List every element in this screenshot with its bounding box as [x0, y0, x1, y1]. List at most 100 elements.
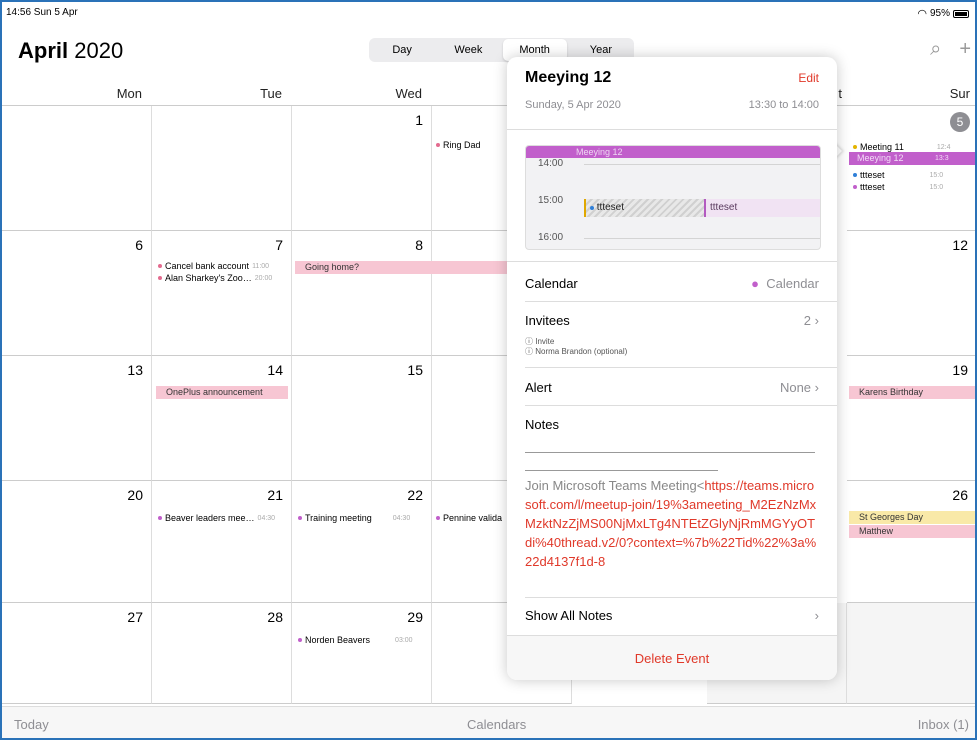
event-dot [158, 516, 162, 520]
invitees-count-text: 2 [803, 313, 812, 328]
event-label: ttteset [860, 170, 885, 180]
day-cell-29[interactable]: 29 Norden Beavers 03:00 [292, 603, 432, 704]
event-detail-popover: Meeying 12 Edit Sunday, 5 Apr 2020 13:30… [507, 57, 837, 680]
battery-percent: 95% [929, 8, 950, 19]
day-cell-1[interactable]: 1 [292, 106, 432, 231]
notes-label: Notes [525, 417, 559, 432]
weekday-sun: Sur [949, 86, 970, 101]
invitees-label: Invitees [525, 313, 570, 328]
event-pennine[interactable]: Pennine valida [436, 513, 502, 523]
day-cell-20[interactable]: 20 [2, 481, 152, 603]
weekday-mon: Mon [116, 86, 142, 101]
bottom-toolbar: Today Calendars Inbox (1) [2, 706, 975, 738]
notes-text: Join Microsoft Teams Meeting< [525, 478, 705, 493]
day-cell-sun-5[interactable]: 5 Meeting 11 12:4 Meeying 12 13:3 tttese… [847, 106, 975, 231]
event-dot [853, 145, 857, 149]
event-meeying-12[interactable]: Meeying 12 13:3 [849, 152, 975, 165]
event-training-meeting[interactable]: Training meeting 04:30 [298, 513, 410, 523]
event-going-home[interactable]: Going home? [295, 261, 510, 274]
event-dot [436, 143, 440, 147]
day-cell-22[interactable]: 22 Training meeting 04:30 [292, 481, 432, 603]
alert-row[interactable]: Alert None › [525, 380, 819, 395]
day-number: 21 [267, 487, 283, 503]
event-beaver-leaders[interactable]: Beaver leaders mee… 04:30 [158, 513, 275, 523]
invitees-row[interactable]: Invitees 2 › [525, 313, 819, 328]
day-number: 26 [952, 487, 968, 503]
day-cell-sun-12[interactable]: 12 [847, 231, 975, 356]
divider [525, 597, 837, 598]
event-dot [853, 173, 857, 177]
day-number: 6 [135, 237, 143, 253]
event-label: Pennine valida [443, 513, 503, 523]
day-number: 8 [415, 237, 423, 253]
day-cell-21[interactable]: 21 Beaver leaders mee… 04:30 [152, 481, 292, 603]
day-number: 12 [952, 237, 968, 253]
inbox-button[interactable]: Inbox (1) [918, 717, 969, 732]
calendar-row[interactable]: Calendar ● Calendar [525, 276, 819, 291]
event-cancel-bank[interactable]: Cancel bank account 11:00 [158, 261, 269, 271]
day-cell-13[interactable]: 13 [2, 356, 152, 481]
ipad-screen: 14:56 Sun 5 Apr ◠ 95% April 2020 Day Wee… [0, 0, 977, 740]
mini-event-meeying-12: Meeying 12 [526, 146, 820, 158]
invitee-name: Norma Brandon (optional) [535, 347, 628, 356]
notes-rule [525, 452, 815, 453]
divider [507, 261, 837, 262]
event-label: Alan Sharkey's Zoo… [165, 273, 252, 283]
day-cell-7[interactable]: 7 Cancel bank account 11:00 Alan Sharkey… [152, 231, 292, 356]
event-label: Beaver leaders mee… [165, 513, 255, 523]
event-time-range: 13:30 to 14:00 [748, 99, 819, 111]
event-label: Ring Dad [443, 140, 481, 150]
show-all-notes-row[interactable]: Show All Notes › [525, 608, 819, 623]
day-cell[interactable] [152, 106, 292, 231]
calendars-button[interactable]: Calendars [467, 717, 526, 732]
day-number: 28 [267, 609, 283, 625]
today-badge: 5 [950, 112, 970, 132]
day-cell[interactable] [847, 603, 975, 704]
tab-week[interactable]: Week [436, 39, 500, 61]
event-norden-beavers[interactable]: Norden Beavers 03:00 [298, 635, 413, 645]
day-cell[interactable] [2, 106, 152, 231]
event-karens-birthday[interactable]: Karens Birthday [849, 386, 975, 399]
event-ring-dad[interactable]: Ring Dad [436, 140, 481, 150]
event-dot [158, 264, 162, 268]
month-name: April [18, 38, 69, 63]
add-icon[interactable]: + [959, 38, 971, 61]
notes-rule [525, 470, 718, 471]
tab-day[interactable]: Day [370, 39, 434, 61]
day-cell-14[interactable]: 14 OnePlus announcement [152, 356, 292, 481]
event-time: 20:00 [254, 274, 273, 282]
day-number: 14 [267, 362, 283, 378]
event-label: Meeying 12 [857, 153, 904, 163]
search-icon[interactable]: ⌕ [930, 38, 941, 61]
day-cell-15[interactable]: 15 [292, 356, 432, 481]
day-cell-27[interactable]: 27 [2, 603, 152, 704]
delete-event-button[interactable]: Delete Event [507, 635, 837, 680]
event-meeting-11[interactable]: Meeting 11 12:4 [853, 142, 951, 152]
event-alan-sharkey[interactable]: Alan Sharkey's Zoo… 20:00 [158, 273, 272, 283]
day-cell-6[interactable]: 6 [2, 231, 152, 356]
event-st-georges[interactable]: St Georges Day [849, 511, 975, 524]
day-cell-8[interactable]: 8 [292, 231, 432, 356]
day-number: 27 [127, 609, 143, 625]
event-time: 13:3 [935, 155, 949, 162]
event-oneplus[interactable]: OnePlus announcement [156, 386, 288, 399]
event-label: ttteset [596, 202, 625, 213]
event-ttteset-2[interactable]: ttteset 15:0 [853, 182, 943, 192]
event-date: Sunday, 5 Apr 2020 [525, 99, 621, 111]
event-ttteset-1[interactable]: ttteset 15:0 [853, 170, 943, 180]
day-cell-sun-19[interactable]: 19 Karens Birthday [847, 356, 975, 481]
calendar-value: ● Calendar [751, 276, 819, 291]
event-label: Cancel bank account [165, 261, 250, 271]
month-title: April 2020 [18, 38, 123, 64]
day-cell-28[interactable]: 28 [152, 603, 292, 704]
invitee-name: Invite [535, 337, 555, 346]
edit-button[interactable]: Edit [798, 71, 819, 85]
event-matthew[interactable]: Matthew [849, 525, 975, 538]
chevron-right-icon: › [814, 380, 819, 395]
event-time: 15:0 [929, 183, 944, 191]
day-cell-sun-26[interactable]: 26 St Georges Day Matthew [847, 481, 975, 603]
mini-hour-label: 15:00 [538, 195, 564, 206]
day-number: 29 [407, 609, 423, 625]
hour-line [584, 164, 820, 165]
today-button[interactable]: Today [14, 717, 49, 732]
